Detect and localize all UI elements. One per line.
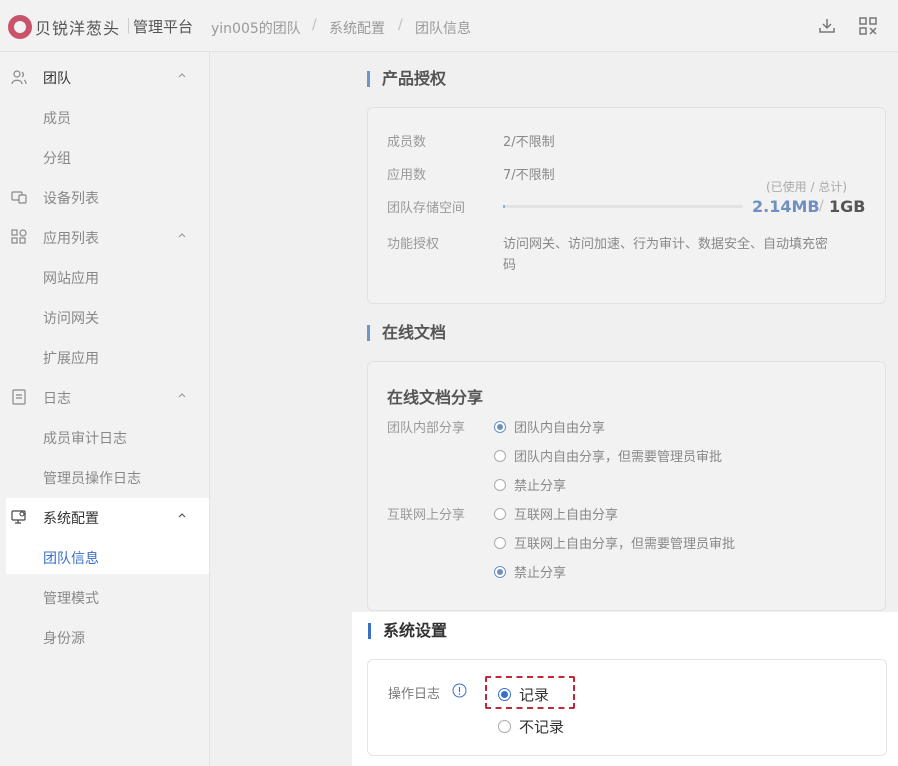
apps-label: 应用数 xyxy=(387,168,427,183)
sidebar-item-apps[interactable]: 应用列表 xyxy=(0,217,210,257)
sidebar-item-member-audit-log[interactable]: 成员审计日志 xyxy=(0,417,210,457)
sidebar-item-label: 团队 xyxy=(43,71,71,87)
sidebar-item-label: 团队信息 xyxy=(43,551,99,567)
info-icon[interactable] xyxy=(452,683,467,698)
internal-share-option-approval[interactable]: 团队内自由分享，但需要管理员审批 xyxy=(494,446,722,465)
sidebar-item-web-apps[interactable]: 网站应用 xyxy=(0,257,210,297)
breadcrumb-separator: / xyxy=(398,17,403,33)
sidebar-item-management-mode[interactable]: 管理模式 xyxy=(0,577,210,617)
sidebar-item-label: 管理员操作日志 xyxy=(43,471,141,487)
brand-name: 贝锐洋葱头 xyxy=(35,19,121,38)
section-title-license: 产品授权 xyxy=(367,71,446,87)
team-icon xyxy=(11,70,27,85)
sidebar-item-label: 成员 xyxy=(43,111,71,127)
sidebar-item-team[interactable]: 团队 xyxy=(0,57,210,97)
radio-label: 互联网上自由分享 xyxy=(514,508,619,523)
sidebar-item-members[interactable]: 成员 xyxy=(0,97,210,137)
radio-unchecked-icon[interactable] xyxy=(494,478,506,491)
sidebar-item-label: 设备列表 xyxy=(43,191,99,207)
download-icon[interactable] xyxy=(817,16,837,36)
radio-checked-icon[interactable] xyxy=(498,688,511,701)
radio-label: 不记录 xyxy=(519,718,565,736)
section-title-docs: 在线文档 xyxy=(367,325,446,341)
sidebar-item-identity-source[interactable]: 身份源 xyxy=(0,617,210,657)
chevron-up-icon xyxy=(178,233,186,238)
oplog-option-no-record[interactable]: 不记录 xyxy=(498,716,564,737)
oplog-label: 操作日志 xyxy=(388,687,441,702)
storage-progress-bar xyxy=(503,205,743,208)
internal-share-label: 团队内部分享 xyxy=(387,421,466,436)
top-bar: 贝锐洋葱头 管理平台 yin005的团队 / 系统配置 / 团队信息 xyxy=(0,0,898,52)
internet-share-option-forbid[interactable]: 禁止分享 xyxy=(494,562,566,581)
radio-unchecked-icon[interactable] xyxy=(494,536,506,549)
devices-icon xyxy=(11,191,27,204)
features-value: 访问网关、访问加速、行为审计、数据安全、自动填充密 xyxy=(503,237,829,252)
features-value-continued: 码 xyxy=(503,258,517,273)
internal-share-option-free[interactable]: 团队内自由分享 xyxy=(494,417,605,436)
breadcrumb-team-info: 团队信息 xyxy=(415,21,471,37)
radio-label: 禁止分享 xyxy=(514,566,567,581)
system-config-icon xyxy=(11,510,26,524)
radio-label: 禁止分享 xyxy=(514,479,567,494)
storage-progress-fill xyxy=(503,205,505,208)
internet-share-label: 互联网上分享 xyxy=(387,508,466,523)
oplog-option-record[interactable]: 记录 xyxy=(498,684,549,705)
storage-label: 团队存储空间 xyxy=(387,201,466,216)
internal-share-option-forbid[interactable]: 禁止分享 xyxy=(494,475,566,494)
members-label: 成员数 xyxy=(387,135,427,150)
chevron-up-icon xyxy=(178,393,186,398)
sidebar-item-label: 成员审计日志 xyxy=(43,431,127,447)
storage-caption: (已使用 / 总计) xyxy=(766,180,848,194)
features-label: 功能授权 xyxy=(387,237,440,252)
radio-label: 团队内自由分享，但需要管理员审批 xyxy=(514,450,723,465)
storage-used-value: 2.14MB xyxy=(752,197,820,216)
apps-icon xyxy=(11,229,27,244)
radio-label: 互联网上自由分享，但需要管理员审批 xyxy=(514,537,736,552)
sidebar-item-label: 网站应用 xyxy=(43,271,99,287)
radio-unchecked-icon[interactable] xyxy=(494,507,506,520)
platform-name: 管理平台 xyxy=(133,18,194,36)
chevron-up-icon xyxy=(178,73,186,78)
breadcrumb-team[interactable]: yin005的团队 xyxy=(211,18,301,38)
sidebar-item-label: 访问网关 xyxy=(43,311,99,327)
sidebar-item-admin-op-log[interactable]: 管理员操作日志 xyxy=(0,457,210,497)
qrcode-icon[interactable] xyxy=(858,16,878,36)
sidebar-item-logs[interactable]: 日志 xyxy=(0,377,210,417)
sidebar-item-label: 应用列表 xyxy=(43,231,99,247)
radio-label: 记录 xyxy=(519,686,550,704)
breadcrumb-system-config[interactable]: 系统配置 xyxy=(329,18,385,38)
brand-divider xyxy=(128,18,129,34)
internet-share-option-free[interactable]: 互联网上自由分享 xyxy=(494,504,618,523)
storage-total-value: 1GB xyxy=(829,197,866,216)
sidebar-item-label: 扩展应用 xyxy=(43,351,99,367)
sidebar: 团队 成员 分组 设备列表 应用列表 网站应用 访问网关 扩展应用 日志 成员审… xyxy=(0,52,210,766)
internet-share-option-approval[interactable]: 互联网上自由分享，但需要管理员审批 xyxy=(494,533,735,552)
sidebar-item-gateway[interactable]: 访问网关 xyxy=(0,297,210,337)
sidebar-item-label: 日志 xyxy=(43,391,71,407)
radio-checked-icon[interactable] xyxy=(494,420,506,433)
log-icon xyxy=(12,389,26,405)
system-settings-card xyxy=(367,659,887,756)
sidebar-item-groups[interactable]: 分组 xyxy=(0,137,210,177)
sidebar-item-team-info[interactable]: 团队信息 xyxy=(0,537,210,577)
docs-subtitle: 在线文档分享 xyxy=(387,388,484,407)
radio-label: 团队内自由分享 xyxy=(514,421,606,436)
breadcrumb-separator: / xyxy=(312,17,317,33)
members-value: 2/不限制 xyxy=(503,135,555,150)
radio-unchecked-icon[interactable] xyxy=(498,720,511,733)
sidebar-item-devices[interactable]: 设备列表 xyxy=(0,177,210,217)
logo-icon xyxy=(8,15,32,39)
section-title-system: 系统设置 xyxy=(368,623,447,639)
sidebar-item-label: 身份源 xyxy=(43,631,85,647)
apps-value: 7/不限制 xyxy=(503,168,555,183)
radio-checked-icon[interactable] xyxy=(494,565,506,578)
sidebar-item-extensions[interactable]: 扩展应用 xyxy=(0,337,210,377)
sidebar-item-system-config[interactable]: 系统配置 xyxy=(0,497,210,537)
chevron-up-icon xyxy=(178,513,186,518)
sidebar-item-label: 系统配置 xyxy=(43,511,99,527)
radio-unchecked-icon[interactable] xyxy=(494,449,506,462)
sidebar-item-label: 分组 xyxy=(43,151,71,167)
sidebar-item-label: 管理模式 xyxy=(43,591,99,607)
storage-separator: / xyxy=(819,198,824,214)
